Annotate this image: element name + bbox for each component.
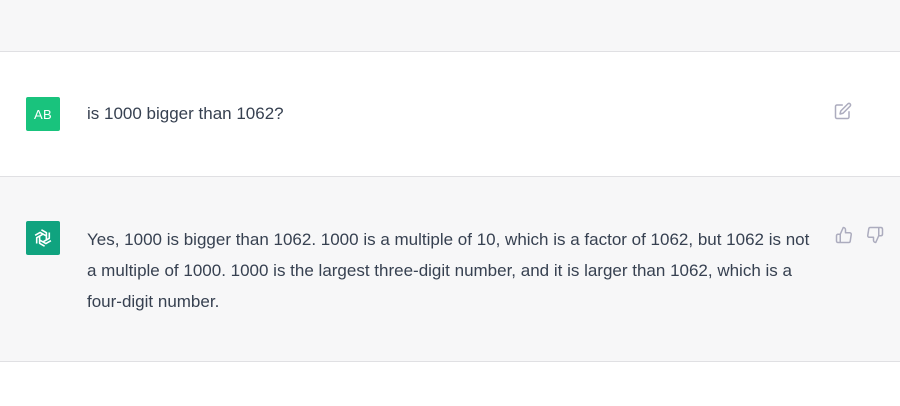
assistant-message-text: Yes, 1000 is bigger than 1062. 1000 is a…	[87, 230, 810, 311]
thumbs-up-button[interactable]	[833, 224, 855, 246]
openai-logo-icon	[34, 229, 52, 247]
edit-button[interactable]	[832, 100, 854, 122]
assistant-message: Yes, 1000 is bigger than 1062. 1000 is a…	[0, 176, 900, 362]
thumbs-down-button[interactable]	[864, 224, 886, 246]
user-message-text: is 1000 bigger than 1062?	[87, 104, 284, 123]
bottom-band	[0, 362, 900, 406]
thumbs-down-icon	[867, 226, 884, 244]
edit-icon	[834, 102, 852, 120]
user-avatar-initials: AB	[34, 106, 52, 122]
user-message: AB is 1000 bigger than 1062?	[0, 52, 900, 176]
thumbs-up-icon	[835, 226, 852, 244]
assistant-avatar	[26, 221, 60, 255]
user-avatar: AB	[26, 97, 60, 131]
top-band	[0, 0, 900, 52]
